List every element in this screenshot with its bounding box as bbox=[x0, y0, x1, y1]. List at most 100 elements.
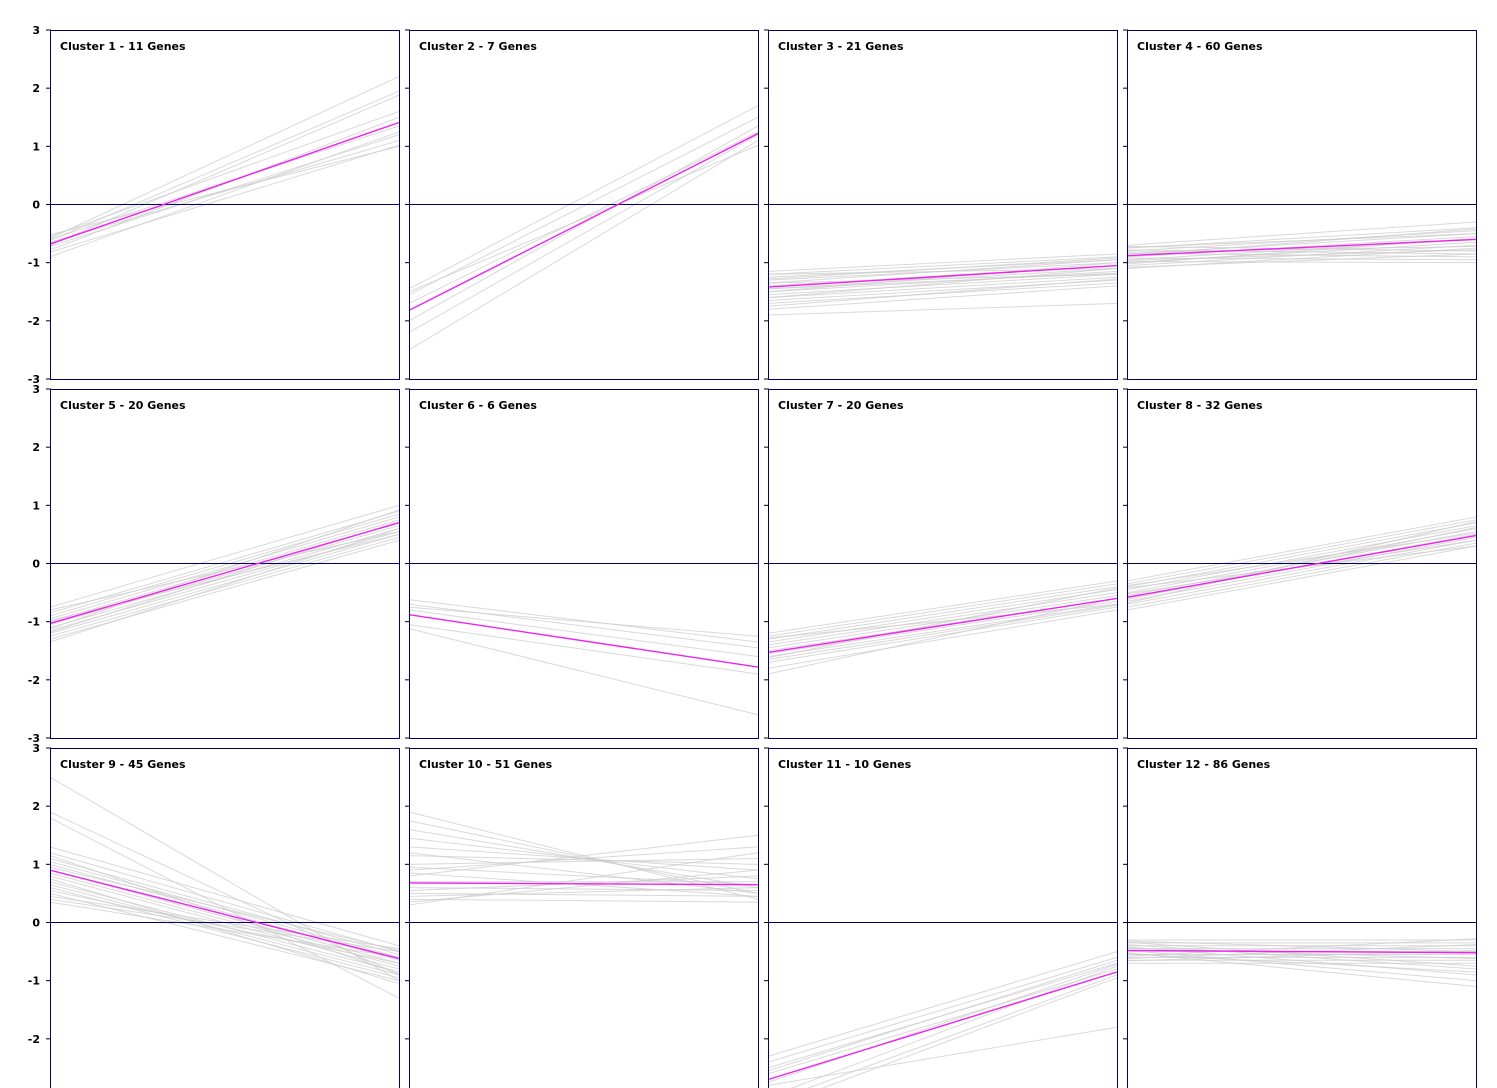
y-tick-label: 1 bbox=[32, 140, 40, 153]
panel-frame bbox=[50, 748, 400, 1088]
y-tick-label: 1 bbox=[32, 499, 40, 512]
cluster-panel: Cluster 10 - 51 Genes bbox=[405, 747, 759, 1088]
panel-lines bbox=[409, 811, 758, 923]
cluster-panel: Cluster 2 - 7 Genes bbox=[405, 29, 759, 380]
panel-title: Cluster 3 - 21 Genes bbox=[778, 40, 904, 53]
gene-profile-line bbox=[409, 144, 758, 293]
gene-profile-line bbox=[50, 513, 399, 617]
cluster-panel: Cluster 4 - 60 Genes bbox=[1123, 29, 1477, 380]
panel-title: Cluster 1 - 11 Genes bbox=[60, 40, 186, 53]
y-tick-label: -2 bbox=[28, 315, 40, 328]
gene-profile-line bbox=[768, 959, 1117, 1072]
gene-profile-line bbox=[768, 587, 1117, 659]
gene-profile-line bbox=[768, 968, 1117, 1075]
centroid-line bbox=[50, 121, 399, 245]
y-tick-label: 0 bbox=[32, 917, 40, 930]
gene-profile-line bbox=[768, 603, 1117, 658]
panel-lines bbox=[768, 922, 1117, 1088]
cluster-panel: Cluster 3 - 21 Genes bbox=[764, 29, 1118, 380]
gene-profile-line bbox=[768, 594, 1117, 649]
cluster-panel: Cluster 6 - 6 Genes bbox=[405, 388, 759, 739]
panel-title: Cluster 6 - 6 Genes bbox=[419, 399, 537, 412]
panel-frame bbox=[1127, 748, 1477, 1088]
gene-profile-line bbox=[50, 898, 399, 953]
centroid-line bbox=[409, 132, 758, 311]
panel-lines bbox=[1127, 516, 1476, 611]
cluster-panel: Cluster 8 - 32 Genes bbox=[1123, 388, 1477, 739]
gene-profile-line bbox=[409, 140, 758, 351]
cluster-panel: -3-2-10123Cluster 1 - 11 Genes bbox=[28, 24, 400, 386]
gene-profile-line bbox=[50, 533, 399, 634]
gene-profile-line bbox=[409, 125, 758, 322]
y-tick-label: 0 bbox=[32, 199, 40, 212]
panel-title: Cluster 9 - 45 Genes bbox=[60, 758, 186, 771]
panel-lines bbox=[50, 776, 399, 999]
gene-profile-line bbox=[50, 110, 399, 237]
panel-title: Cluster 11 - 10 Genes bbox=[778, 758, 912, 771]
y-tick-label: 2 bbox=[32, 82, 40, 95]
gene-profile-line bbox=[1127, 522, 1476, 588]
y-tick-label: -2 bbox=[28, 674, 40, 687]
gene-profile-line bbox=[50, 817, 399, 999]
gene-profile-line bbox=[1127, 525, 1476, 591]
gene-profile-line bbox=[50, 901, 399, 958]
gene-profile-line bbox=[50, 890, 399, 964]
gene-profile-line bbox=[50, 531, 399, 611]
panel-title: Cluster 4 - 60 Genes bbox=[1137, 40, 1263, 53]
panel-frame bbox=[768, 748, 1118, 1088]
panel-lines bbox=[50, 76, 399, 258]
gene-profile-line bbox=[409, 599, 758, 643]
panel-lines bbox=[50, 504, 399, 643]
y-tick-label: -1 bbox=[28, 975, 40, 988]
centroid-line bbox=[768, 971, 1117, 1081]
panel-lines bbox=[768, 204, 1117, 316]
gene-profile-line bbox=[50, 860, 399, 958]
gene-profile-line bbox=[768, 1026, 1117, 1086]
gene-profile-line bbox=[50, 866, 399, 951]
panel-title: Cluster 12 - 86 Genes bbox=[1137, 758, 1271, 771]
gene-profile-line bbox=[1127, 536, 1476, 602]
y-tick-label: 3 bbox=[32, 383, 40, 396]
gene-profile-line bbox=[50, 145, 399, 236]
panel-title: Cluster 2 - 7 Genes bbox=[419, 40, 537, 53]
gene-profile-line bbox=[50, 525, 399, 626]
gene-profile-line bbox=[50, 516, 399, 620]
gene-profile-line bbox=[768, 302, 1117, 316]
gene-profile-line bbox=[50, 144, 399, 253]
panel-lines bbox=[409, 563, 758, 716]
centroid-line bbox=[1127, 534, 1476, 598]
gene-profile-line bbox=[50, 536, 399, 637]
gene-profile-line bbox=[409, 105, 758, 290]
gene-profile-line bbox=[50, 76, 399, 239]
y-tick-label: 3 bbox=[32, 24, 40, 37]
cluster-panel: Cluster 11 - 10 Genes bbox=[764, 747, 1118, 1088]
gene-profile-line bbox=[1127, 516, 1476, 582]
gene-profile-line bbox=[50, 510, 399, 614]
panel-lines bbox=[1127, 204, 1476, 269]
panel-title: Cluster 5 - 20 Genes bbox=[60, 399, 186, 412]
cluster-panel: -3-2-10123Cluster 9 - 45 Genes bbox=[28, 742, 400, 1088]
y-tick-label: -1 bbox=[28, 616, 40, 629]
gene-profile-line bbox=[768, 956, 1117, 1063]
y-tick-label: 1 bbox=[32, 858, 40, 871]
centroid-line bbox=[409, 882, 758, 886]
y-tick-label: 0 bbox=[32, 558, 40, 571]
panel-lines bbox=[768, 563, 1117, 675]
gene-profile-line bbox=[50, 528, 399, 643]
cluster-panel: -3-2-10123Cluster 5 - 20 Genes bbox=[28, 383, 400, 745]
gene-profile-line bbox=[768, 963, 1117, 1083]
gene-profile-line bbox=[50, 539, 399, 640]
y-tick-label: 3 bbox=[32, 742, 40, 755]
gene-profile-line bbox=[409, 131, 758, 304]
gene-profile-line bbox=[50, 811, 399, 976]
gene-profile-line bbox=[409, 116, 758, 296]
panel-title: Cluster 10 - 51 Genes bbox=[419, 758, 553, 771]
cluster-panel: Cluster 7 - 20 Genes bbox=[764, 388, 1118, 739]
panel-lines bbox=[1127, 922, 1476, 987]
gene-profile-line bbox=[409, 898, 758, 903]
gene-profile-line bbox=[409, 134, 758, 333]
panel-title: Cluster 7 - 20 Genes bbox=[778, 399, 904, 412]
y-tick-label: -2 bbox=[28, 1033, 40, 1046]
gene-profile-line bbox=[50, 131, 399, 258]
cluster-panel: Cluster 12 - 86 Genes bbox=[1123, 747, 1477, 1088]
